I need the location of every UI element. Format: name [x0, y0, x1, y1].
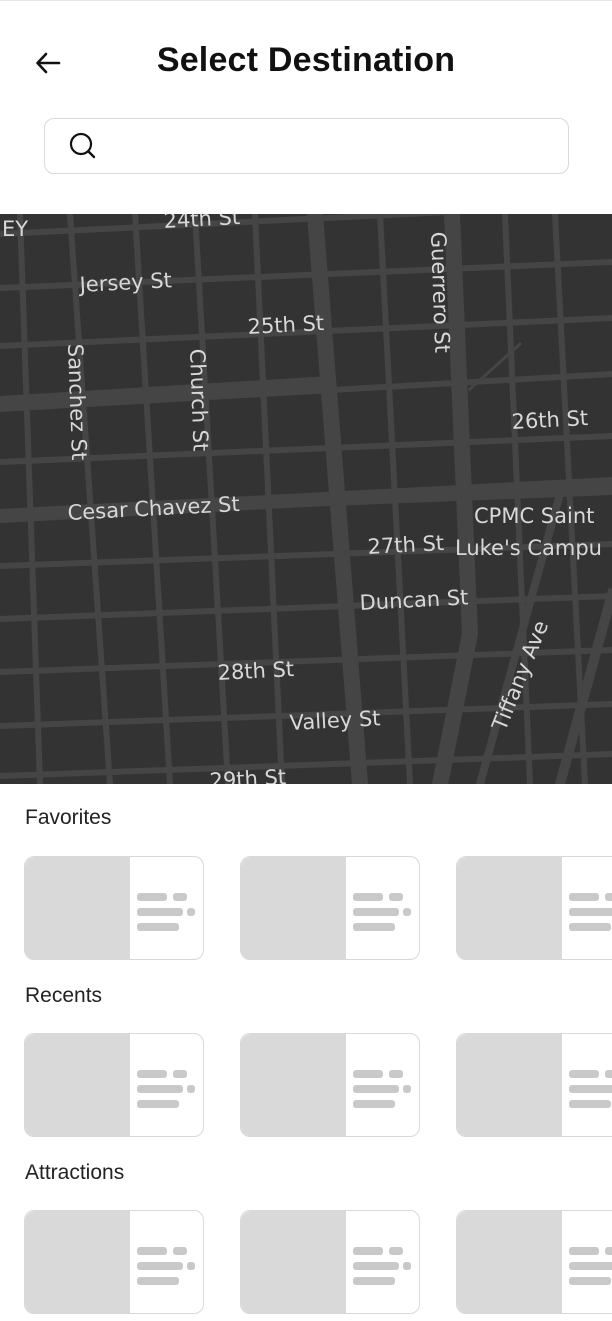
card-thumbnail [457, 857, 562, 959]
card-thumbnail [25, 1211, 130, 1313]
card-text-placeholder [135, 1247, 195, 1287]
favorites-row [24, 856, 612, 960]
card-thumbnail [457, 1034, 562, 1136]
card-text-placeholder [135, 893, 195, 933]
map-label-27th: 27th St [367, 531, 445, 559]
card-thumbnail [241, 857, 346, 959]
favorite-card[interactable] [24, 856, 204, 960]
page-title: Select Destination [156, 41, 456, 79]
map-label-guerrero: Guerrero St [426, 231, 454, 353]
section-title-recents: Recents [25, 984, 103, 1007]
attraction-card[interactable] [456, 1210, 612, 1314]
search-input[interactable] [103, 119, 568, 173]
section-title-attractions: Attractions [25, 1161, 125, 1184]
recents-row [24, 1033, 612, 1137]
map-label-cpmc-line2: Luke's Campu [455, 536, 602, 560]
card-thumbnail [25, 1034, 130, 1136]
map-label-cpmc-line1: CPMC Saint [474, 504, 594, 528]
map-label-area: EY [2, 217, 28, 241]
attraction-card[interactable] [240, 1210, 420, 1314]
card-text-placeholder [351, 1070, 411, 1110]
card-text-placeholder [567, 1247, 612, 1287]
section-title-favorites: Favorites [25, 806, 112, 829]
map-label-28th: 28th St [217, 657, 295, 685]
search-bar[interactable] [44, 118, 569, 174]
map-label-church: Church St [185, 348, 213, 451]
map-label-26th: 26th St [511, 406, 589, 434]
search-icon [63, 126, 103, 166]
card-thumbnail [457, 1211, 562, 1313]
card-thumbnail [241, 1034, 346, 1136]
map-label-29th: 29th St [209, 765, 287, 784]
recent-card[interactable] [240, 1033, 420, 1137]
attraction-card[interactable] [24, 1210, 204, 1314]
map-label-sanchez: Sanchez St [63, 343, 91, 460]
favorite-card[interactable] [456, 856, 612, 960]
recent-card[interactable] [456, 1033, 612, 1137]
card-text-placeholder [135, 1070, 195, 1110]
card-text-placeholder [351, 1247, 411, 1287]
map-label-valley: Valley St [289, 706, 381, 735]
attractions-row [24, 1210, 612, 1314]
map-label-25th: 25th St [247, 311, 325, 339]
card-text-placeholder [351, 893, 411, 933]
recent-card[interactable] [24, 1033, 204, 1137]
card-text-placeholder [567, 893, 612, 933]
favorite-card[interactable] [240, 856, 420, 960]
card-thumbnail [241, 1211, 346, 1313]
card-text-placeholder [567, 1070, 612, 1110]
top-bar: Select Destination [0, 0, 612, 110]
map-view[interactable]: EY 24th St Jersey St 25th St Sanchez St … [0, 214, 612, 784]
map-label-jersey: Jersey St [77, 268, 172, 297]
card-thumbnail [25, 857, 130, 959]
